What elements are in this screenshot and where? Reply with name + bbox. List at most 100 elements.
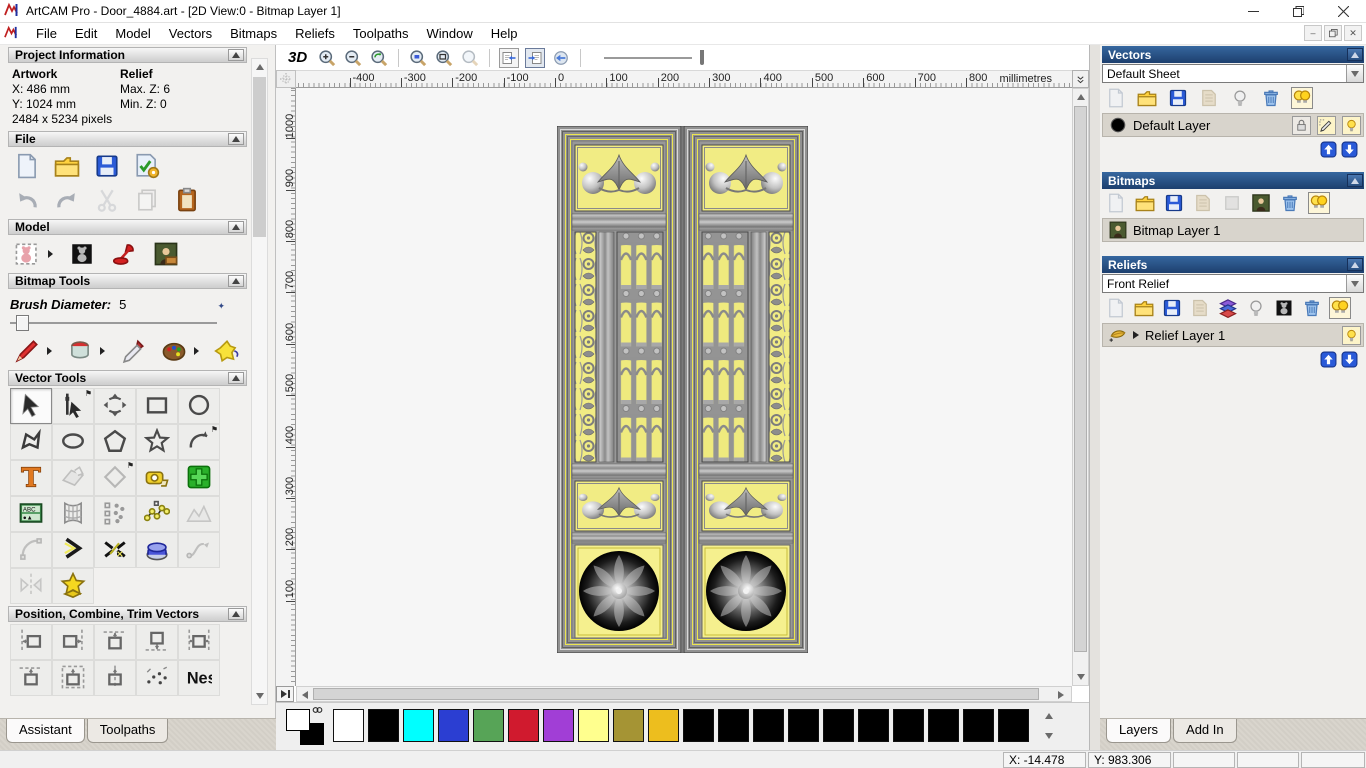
copy-icon[interactable] [134,187,160,213]
zoom-out-icon[interactable] [343,48,363,68]
colour-swatch-1[interactable] [368,709,399,742]
create-polygon-icon[interactable] [102,428,128,457]
scroll-left-button[interactable] [299,689,311,701]
colour-swatch-2[interactable] [403,709,434,742]
colour-swatch-6[interactable] [543,709,574,742]
trim-vectors-icon-cell[interactable] [94,532,136,568]
mdi-minimize-button[interactable]: – [1304,25,1322,41]
scrollbar-thumb[interactable] [253,77,266,237]
extrude-vector-icon-cell[interactable] [136,532,178,568]
join-vectors-icon-cell[interactable] [52,532,94,568]
centre-in-page-icon-cell[interactable] [10,660,52,696]
menu-window[interactable]: Window [418,24,482,43]
merge-relief-layers-icon[interactable] [1190,298,1210,318]
nesting-icon-cell[interactable] [94,496,136,532]
scroll-right-button[interactable] [1055,689,1067,701]
primary-colour[interactable] [286,709,310,731]
create-star-icon-cell[interactable] [136,424,178,460]
switch-3d-view-button[interactable]: 3D [284,49,311,66]
extrude-vector-icon[interactable] [144,536,170,565]
ruler-corner-icon[interactable] [276,70,296,88]
select-vectors-icon-cell[interactable] [10,388,52,424]
create-arc-icon[interactable] [186,428,212,457]
spray-points-icon[interactable] [144,664,170,693]
blend-spans-icon[interactable] [186,536,212,565]
create-circle-icon-cell[interactable] [178,388,220,424]
colour-swatch-17[interactable] [928,709,959,742]
create-text-icon-cell[interactable] [10,460,52,496]
flyout-arrow-icon[interactable] [100,347,105,355]
collapse-button[interactable] [228,221,244,233]
menu-edit[interactable]: Edit [66,24,106,43]
tab-add-in[interactable]: Add In [1173,719,1237,743]
align-bottom-icon-cell[interactable] [136,624,178,660]
relief-combo[interactable]: Front Relief [1102,274,1364,293]
position-section-header[interactable]: Position, Combine, Trim Vectors [8,606,247,622]
fit-sketch-icon-cell[interactable] [178,496,220,532]
flood-fill-icon[interactable] [214,338,240,364]
door-artwork[interactable] [557,126,808,653]
vector-sheet-combo[interactable]: Default Sheet [1102,64,1364,83]
scroll-down-button[interactable] [1073,669,1088,685]
fit-polyline-icon[interactable] [143,500,171,529]
measure-icon[interactable] [144,464,170,493]
wrap-star-icon-cell[interactable] [52,568,94,604]
collapse-button[interactable] [228,275,244,287]
mdi-close-button[interactable]: ✕ [1344,25,1362,41]
open-relief-layer-icon[interactable] [1134,298,1154,318]
move-layer-down-button[interactable] [1341,351,1358,368]
collapse-button[interactable] [1347,174,1363,187]
delete-layer-icon[interactable] [1280,193,1300,213]
greyscale-model-icon[interactable] [69,241,95,267]
flyout-arrow-icon[interactable] [47,347,52,355]
colour-swatch-16[interactable] [893,709,924,742]
create-star-icon[interactable] [143,427,171,457]
ruler-unit-dropdown-button[interactable] [1072,70,1089,88]
zoom-ratio-icon[interactable] [408,48,428,68]
greyscale-relief-icon[interactable] [1274,298,1294,318]
lock-icon[interactable] [1292,115,1311,135]
menu-help[interactable]: Help [482,24,527,43]
paste-centre-icon-cell[interactable] [178,460,220,496]
text-in-box-icon-cell[interactable]: ABC ●▲ [10,496,52,532]
project-information-header[interactable]: Project Information [8,47,247,63]
cut-icon[interactable] [94,187,120,213]
colour-swatch-9[interactable] [648,709,679,742]
brush-diameter-slider[interactable] [10,314,217,332]
menu-reliefs[interactable]: Reliefs [286,24,344,43]
save-icon[interactable] [94,153,120,179]
align-top-icon[interactable] [102,628,128,657]
snap-edit-icon[interactable] [1317,115,1336,135]
nest-vectors-icon-cell[interactable]: Nes [178,660,220,696]
mirror-vectors-icon[interactable] [18,572,44,601]
stack-layers-icon[interactable] [1218,298,1238,319]
bitmap-tools-header[interactable]: Bitmap Tools [8,273,247,289]
colour-swatch-19[interactable] [998,709,1029,742]
palette-scroll-up-button[interactable] [1041,709,1057,723]
lighting-icon[interactable] [111,241,137,267]
layer-name[interactable]: Default Layer [1133,118,1286,133]
colour-swatch-14[interactable] [823,709,854,742]
menu-model[interactable]: Model [106,24,159,43]
new-bitmap-layer-icon[interactable] [1106,193,1126,213]
combo-dropdown-button[interactable] [1346,65,1363,82]
align-bottom-icon[interactable] [144,628,170,657]
open-vector-layer-icon[interactable] [1137,88,1157,108]
colour-swatch-0[interactable] [333,709,364,742]
layer-name[interactable]: Relief Layer 1 [1145,328,1336,343]
panel-splitter[interactable] [1089,45,1100,750]
assistant-scrollbar[interactable] [251,58,268,705]
colour-swatch-15[interactable] [858,709,889,742]
trim-vectors-icon[interactable] [102,536,128,565]
vector-layer-row[interactable]: Default Layer [1102,113,1364,137]
mdi-restore-button[interactable] [1324,25,1342,41]
delete-layer-icon[interactable] [1261,88,1281,108]
move-layer-up-button[interactable] [1320,351,1337,368]
text-in-box-icon[interactable]: ABC ●▲ [18,500,44,529]
paint-bucket-icon[interactable] [67,338,93,364]
centre-in-page-alt-icon[interactable] [60,664,86,693]
save-bitmap-layer-icon[interactable] [1164,193,1184,213]
nesting-icon[interactable] [102,500,128,529]
paste-centre-icon[interactable] [186,464,212,493]
flyout-arrow-icon[interactable] [48,250,53,258]
